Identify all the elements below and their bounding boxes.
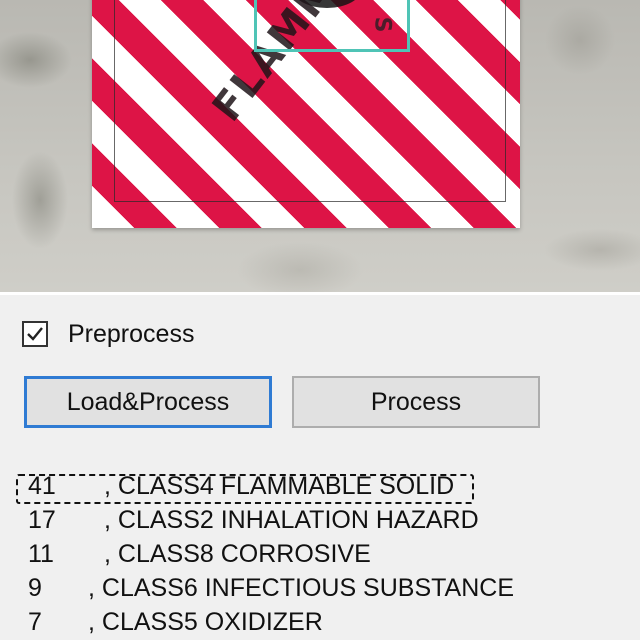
detection-box	[254, 0, 410, 52]
preprocess-checkbox[interactable]	[22, 321, 48, 347]
result-score: 41	[28, 472, 56, 500]
load-process-button[interactable]: Load&Process	[24, 376, 272, 428]
preprocess-label: Preprocess	[68, 319, 195, 348]
process-button[interactable]: Process	[292, 376, 540, 428]
result-label: , CLASS2 INHALATION HAZARD	[104, 506, 479, 534]
result-label: , CLASS4 FLAMMABLE SOLID	[104, 472, 455, 500]
result-score: 17	[28, 506, 56, 534]
result-label: , CLASS6 INFECTIOUS SUBSTANCE	[88, 574, 515, 602]
preprocess-option[interactable]: Preprocess	[22, 318, 194, 350]
camera-preview: FLAMMABLE 4 S	[0, 0, 640, 292]
divider	[0, 292, 640, 295]
result-score: 9	[28, 574, 42, 602]
result-label: , CLASS5 OXIDIZER	[88, 608, 323, 636]
result-score: 11	[28, 540, 54, 568]
result-label: , CLASS8 CORROSIVE	[104, 540, 371, 568]
checkmark-icon	[27, 327, 43, 341]
result-score: 7	[28, 608, 42, 636]
